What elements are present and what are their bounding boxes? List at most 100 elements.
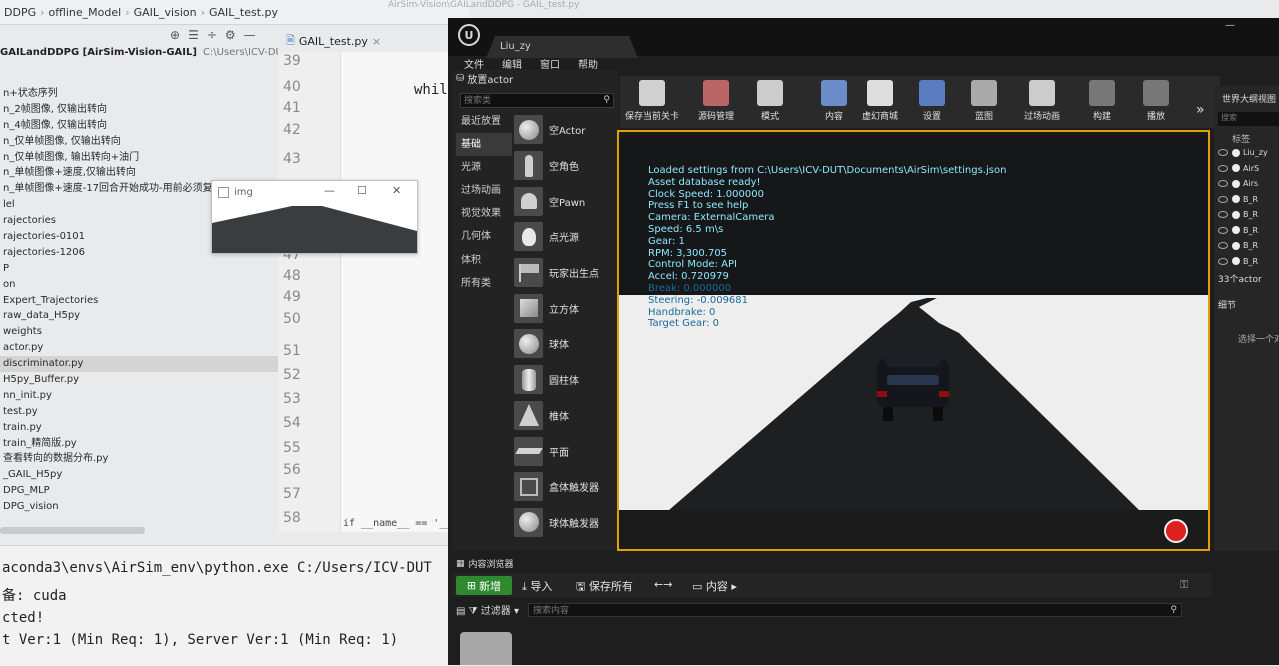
minimize-icon[interactable]: —: [324, 184, 335, 197]
target-icon[interactable]: ⊕: [170, 28, 180, 42]
tree-item[interactable]: n+状态序列: [0, 86, 278, 102]
outliner-row[interactable]: B_R: [1218, 257, 1279, 270]
toolbar-button-0[interactable]: 保存当前关卡: [624, 80, 680, 122]
world-outliner-title[interactable]: 世界大纲视图: [1222, 92, 1276, 105]
tree-item[interactable]: n_单帧图像+速度,仅输出转向: [0, 165, 278, 181]
eye-icon[interactable]: [1218, 257, 1228, 265]
tree-item[interactable]: n_4帧图像, 仅输出转向: [0, 118, 278, 134]
tree-item[interactable]: on: [0, 277, 278, 293]
actor-item[interactable]: 平面: [514, 433, 616, 469]
expand-icon[interactable]: ÷: [207, 28, 217, 42]
tree-item[interactable]: H5py_Buffer.py: [0, 372, 278, 388]
tree-item[interactable]: n_仅单帧图像, 仅输出转向: [0, 134, 278, 150]
eye-icon[interactable]: [1218, 149, 1228, 156]
outliner-row[interactable]: AirS: [1218, 164, 1279, 177]
eye-icon[interactable]: [1218, 211, 1228, 218]
img-window-titlebar[interactable]: img: [212, 181, 417, 203]
tree-item[interactable]: train.py: [0, 420, 278, 436]
tree-item[interactable]: DPG_MLP: [0, 483, 278, 499]
tree-item[interactable]: weights: [0, 324, 278, 340]
eye-icon[interactable]: [1218, 226, 1228, 234]
place-actors-tab[interactable]: ⛁ 放置actor: [456, 70, 513, 86]
toolbar-button-7[interactable]: 过场动画: [1014, 80, 1070, 122]
eye-icon[interactable]: [1218, 242, 1228, 249]
menu-help[interactable]: 帮助: [578, 56, 598, 71]
tree-item[interactable]: n_仅单帧图像, 输出转向+油门: [0, 150, 278, 166]
tab-gail-test[interactable]: 🗎 GAIL_test.py ×: [282, 30, 386, 54]
code-editor[interactable]: [341, 52, 451, 532]
actor-item[interactable]: 点光源: [514, 219, 616, 255]
outliner-row[interactable]: B_R: [1218, 226, 1279, 239]
tree-item[interactable]: raw_data_H5py: [0, 308, 278, 324]
actor-item[interactable]: 玩家出生点: [514, 255, 616, 291]
outliner-row[interactable]: B_R: [1218, 241, 1279, 254]
actor-item[interactable]: 空角色: [514, 148, 616, 184]
actor-item[interactable]: 圆柱体: [514, 362, 616, 398]
tree-item[interactable]: nn_init.py: [0, 388, 278, 404]
outliner-row[interactable]: Airs: [1218, 179, 1279, 192]
outliner-row[interactable]: B_R: [1218, 210, 1279, 223]
tree-item[interactable]: 查看转向的数据分布.py: [0, 451, 278, 467]
menu-window[interactable]: 窗口: [540, 56, 560, 71]
tree-item[interactable]: DPG_vision: [0, 499, 278, 515]
breadcrumb-item[interactable]: DDPG: [0, 6, 40, 19]
tree-item[interactable]: _GAIL_H5py: [0, 467, 278, 483]
actor-item[interactable]: 空Actor: [514, 112, 616, 148]
outliner-column-header[interactable]: 标签: [1218, 132, 1279, 145]
tree-item[interactable]: n_2帧图像, 仅输出转向: [0, 102, 278, 118]
category-1[interactable]: 基础: [456, 133, 512, 157]
breadcrumb-item[interactable]: GAIL_vision: [130, 6, 201, 19]
content-browser-tab[interactable]: ▦ 内容浏览器: [456, 557, 514, 571]
maximize-icon[interactable]: ☐: [357, 184, 367, 197]
category-4[interactable]: 视觉效果: [456, 202, 512, 225]
eye-icon[interactable]: [1218, 180, 1228, 187]
toolbar-button-1[interactable]: 源码管理: [688, 80, 744, 122]
menu-edit[interactable]: 编辑: [502, 56, 522, 71]
breadcrumb-item[interactable]: GAIL_test.py: [205, 6, 282, 19]
lock-icon[interactable]: ⚿: [1180, 578, 1188, 592]
actor-item[interactable]: 立方体: [514, 290, 616, 326]
img-window[interactable]: img — ☐ ✕: [211, 180, 418, 254]
tree-item[interactable]: Expert_Trajectories: [0, 293, 278, 309]
toolbar-overflow-icon[interactable]: »: [1196, 102, 1205, 118]
tree-item[interactable]: P: [0, 261, 278, 277]
toolbar-button-5[interactable]: 设置: [904, 80, 960, 122]
actor-item[interactable]: 椎体: [514, 398, 616, 434]
breadcrumb-item[interactable]: offline_Model: [45, 6, 126, 19]
toolbar-button-2[interactable]: 模式: [742, 80, 798, 122]
toolbar-button-6[interactable]: 蓝图: [956, 80, 1012, 122]
add-new-button[interactable]: ⊞ 新增: [456, 576, 512, 595]
actor-item[interactable]: 球体触发器: [514, 505, 616, 541]
eye-icon[interactable]: [1218, 164, 1228, 172]
category-6[interactable]: 体积: [456, 249, 512, 272]
actor-item[interactable]: 空Pawn: [514, 183, 616, 219]
back-arrow-icon[interactable]: ←: [654, 578, 663, 591]
content-path-button[interactable]: ▭ 内容 ▸: [692, 578, 737, 594]
import-button[interactable]: ⤓ 导入: [522, 578, 552, 594]
ue-level-tab[interactable]: Liu_zy: [486, 36, 638, 58]
menu-file[interactable]: 文件: [464, 56, 484, 71]
tree-item[interactable]: test.py: [0, 404, 278, 420]
place-search-input[interactable]: 搜索类 ⚲: [460, 93, 614, 108]
project-scrollbar[interactable]: [0, 527, 145, 534]
outliner-row[interactable]: B_R: [1218, 195, 1279, 208]
forward-arrow-icon[interactable]: →: [663, 578, 672, 591]
details-tab[interactable]: 细节: [1218, 298, 1236, 311]
gear-icon[interactable]: ⚙: [225, 28, 236, 42]
run-console[interactable]: aconda3\envs\AirSim_env\python.exe C:/Us…: [0, 545, 452, 666]
tree-item[interactable]: discriminator.py: [0, 356, 278, 373]
eye-icon[interactable]: [1218, 195, 1228, 203]
save-all-button[interactable]: 🖫 保存所有: [576, 578, 633, 597]
toolbar-button-9[interactable]: 播放: [1128, 80, 1184, 122]
minimize-icon[interactable]: —: [244, 28, 256, 42]
tree-item[interactable]: train_精简版.py: [0, 436, 278, 452]
category-2[interactable]: 光源: [456, 156, 512, 179]
outliner-search-input[interactable]: 搜索: [1218, 112, 1279, 126]
filter-button[interactable]: ▤ ⧩ 过滤器 ▾: [456, 602, 519, 617]
history-nav[interactable]: ←→: [654, 578, 672, 591]
toolbar-button-8[interactable]: 构建: [1074, 80, 1130, 122]
minimize-icon[interactable]: —: [1225, 20, 1235, 31]
actor-item[interactable]: 球体: [514, 326, 616, 362]
folder-thumbnail[interactable]: [460, 632, 512, 665]
close-icon[interactable]: ✕: [392, 184, 401, 197]
